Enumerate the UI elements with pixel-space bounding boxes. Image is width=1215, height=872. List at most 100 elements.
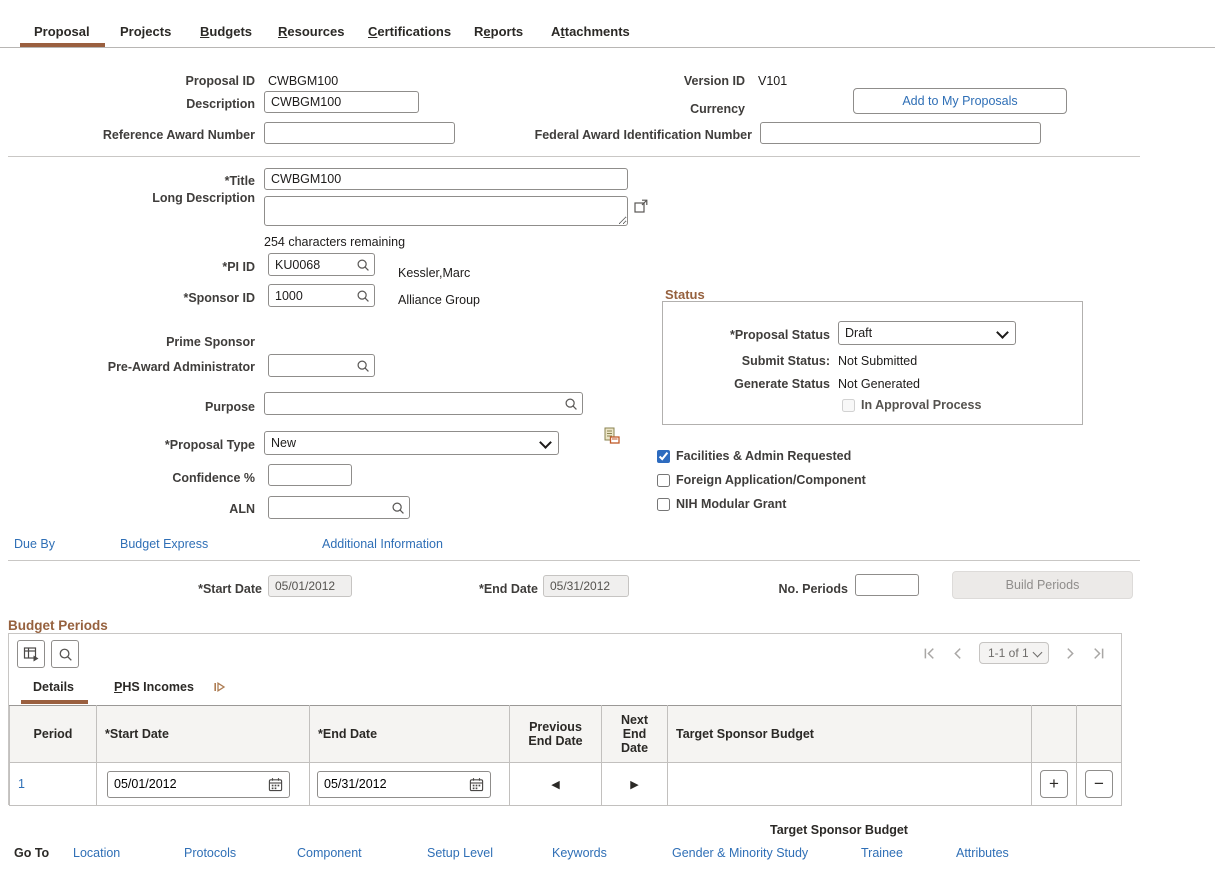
chars-remaining-text: 254 characters remaining (264, 235, 406, 249)
pre-award-admin-input[interactable] (269, 356, 356, 375)
currency-label: Currency (690, 102, 745, 116)
no-periods-label: No. Periods (778, 582, 848, 596)
proposal-id-value: CWBGM100 (268, 74, 339, 88)
row-start-date-input[interactable] (108, 775, 268, 793)
reference-award-number-input[interactable] (264, 122, 455, 144)
tab-attachments[interactable]: Attachments (551, 24, 630, 39)
goto-attributes-link[interactable]: Attributes (956, 846, 1009, 860)
previous-end-date-icon[interactable]: ◀ (516, 778, 595, 791)
pager-range-select-wrap: 1-1 of 1 (979, 642, 1049, 664)
col-header-add (1031, 705, 1077, 763)
col-header-end-date: *End Date (309, 705, 510, 763)
no-periods-input[interactable] (855, 574, 919, 596)
pi-id-input[interactable] (269, 255, 356, 274)
additional-information-link[interactable]: Additional Information (322, 537, 443, 551)
goto-component-link[interactable]: Component (297, 846, 362, 860)
purpose-search-icon[interactable] (564, 397, 578, 411)
aln-lookup (268, 496, 410, 519)
table-header-row: Period *Start Date *End Date Previous En… (9, 705, 1122, 763)
col-header-delete (1076, 705, 1122, 763)
tab-resources[interactable]: Resources (278, 24, 344, 39)
proposal-type-related-content-icon[interactable] (603, 427, 620, 444)
pager-next-icon[interactable] (1064, 647, 1077, 660)
delete-row-button[interactable]: − (1085, 770, 1113, 798)
row-end-date-input[interactable] (318, 775, 469, 793)
pager-last-icon[interactable] (1092, 647, 1105, 660)
sponsor-name-text: Alliance Group (398, 293, 480, 307)
pager-first-icon[interactable] (923, 647, 936, 660)
end-date-input[interactable] (543, 575, 629, 597)
expand-long-description-icon[interactable] (634, 199, 648, 213)
search-icon (59, 648, 72, 661)
proposal-status-select[interactable]: Draft (838, 321, 1016, 345)
start-date-input[interactable] (268, 575, 352, 597)
pi-id-label: *PI ID (222, 260, 255, 274)
section-divider (8, 560, 1140, 561)
pi-name-text: Kessler,Marc (398, 266, 471, 280)
federal-award-id-input[interactable] (760, 122, 1041, 144)
budget-express-link[interactable]: Budget Express (120, 537, 208, 551)
foreign-application-checkbox[interactable] (657, 473, 670, 487)
due-by-link[interactable]: Due By (14, 537, 55, 551)
aln-search-icon[interactable] (391, 501, 405, 515)
title-input[interactable] (264, 168, 628, 190)
grid-pager: 1-1 of 1 (923, 642, 1105, 664)
next-end-date-icon[interactable]: ▶ (608, 778, 661, 791)
tab-proposal[interactable]: Proposal (34, 24, 90, 39)
grid-find-button[interactable] (51, 640, 79, 668)
goto-location-link[interactable]: Location (73, 846, 120, 860)
tab-budgets[interactable]: Budgets (200, 24, 252, 39)
goto-trainee-link[interactable]: Trainee (861, 846, 903, 860)
grid-tab-details[interactable]: Details (33, 680, 74, 694)
add-row-button[interactable]: + (1040, 770, 1068, 798)
proposal-type-select[interactable]: New (264, 431, 559, 455)
start-date-calendar-icon[interactable] (268, 777, 283, 792)
active-grid-tab-indicator (21, 700, 88, 704)
confidence-input[interactable] (268, 464, 352, 486)
period-link[interactable]: 1 (18, 777, 25, 791)
tabbar-divider (0, 47, 1215, 48)
federal-award-id-label: Federal Award Identification Number (534, 128, 752, 142)
purpose-lookup (264, 392, 583, 415)
in-approval-process-checkbox[interactable] (842, 398, 855, 412)
sponsor-id-input[interactable] (269, 286, 356, 305)
purpose-input[interactable] (265, 394, 564, 413)
grid-personalize-button[interactable] (17, 640, 45, 668)
nih-modular-grant-checkbox[interactable] (657, 497, 670, 511)
add-to-my-proposals-button[interactable]: Add to My Proposals (853, 88, 1067, 114)
long-description-textarea[interactable] (264, 196, 628, 226)
col-header-previous-end-date: Previous End Date (509, 705, 602, 763)
proposal-type-select-wrap: New (264, 431, 559, 455)
pre-award-admin-lookup (268, 354, 375, 377)
pre-award-admin-search-icon[interactable] (356, 359, 370, 373)
tab-certifications[interactable]: Certifications (368, 24, 451, 39)
budget-periods-grid: 1-1 of 1 Details PHS Incomes Period *Sta… (8, 633, 1122, 806)
pager-range-select[interactable]: 1-1 of 1 (979, 642, 1049, 664)
description-input[interactable] (264, 91, 419, 113)
end-date-calendar-icon[interactable] (469, 777, 484, 792)
build-periods-button[interactable]: Build Periods (952, 571, 1133, 599)
pre-award-admin-label: Pre-Award Administrator (107, 360, 255, 374)
facilities-admin-checkbox[interactable] (657, 449, 670, 463)
tab-projects[interactable]: Projects (120, 24, 171, 39)
goto-gender-minority-study-link[interactable]: Gender & Minority Study (672, 846, 808, 860)
section-divider (8, 156, 1140, 157)
submit-status-label: Submit Status: (741, 354, 830, 368)
goto-protocols-link[interactable]: Protocols (184, 846, 236, 860)
show-all-columns-icon[interactable] (213, 680, 227, 694)
pi-id-search-icon[interactable] (356, 258, 370, 272)
goto-keywords-link[interactable]: Keywords (552, 846, 607, 860)
in-approval-process-label: In Approval Process (861, 398, 982, 412)
purpose-label: Purpose (204, 400, 255, 414)
status-heading: Status (665, 287, 705, 302)
tab-reports[interactable]: Reports (474, 24, 523, 39)
reference-award-number-label: Reference Award Number (102, 128, 255, 142)
aln-input[interactable] (269, 498, 391, 517)
goto-setup-level-link[interactable]: Setup Level (427, 846, 493, 860)
submit-status-value: Not Submitted (838, 354, 918, 368)
sponsor-id-search-icon[interactable] (356, 289, 370, 303)
pager-previous-icon[interactable] (951, 647, 964, 660)
proposal-type-label: *Proposal Type (164, 438, 255, 452)
grid-tab-phs-incomes[interactable]: PHS Incomes (114, 680, 194, 694)
target-sponsor-budget-footer-label: Target Sponsor Budget (770, 823, 908, 837)
